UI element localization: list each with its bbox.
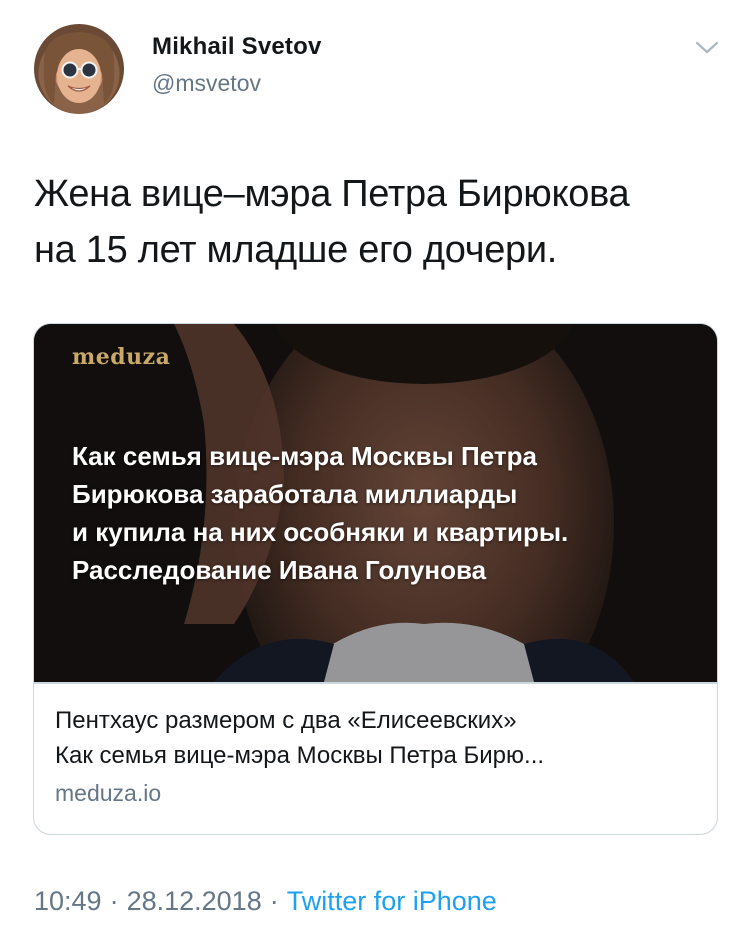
tweet-date[interactable]: 28.12.2018 <box>127 886 262 916</box>
tweet-source-link[interactable]: Twitter for iPhone <box>287 886 497 916</box>
card-divider <box>34 682 717 684</box>
chevron-down-icon[interactable] <box>692 36 722 60</box>
separator: · <box>109 886 119 916</box>
card-description[interactable]: Как семья вице-мэра Москвы Петра Бирю... <box>55 739 700 773</box>
card-domain[interactable]: meduza.io <box>55 780 161 807</box>
link-card[interactable]: meduza Как семья вице-мэра Москвы Петра … <box>33 323 718 835</box>
card-image[interactable]: meduza Как семья вице-мэра Москвы Петра … <box>34 324 717 682</box>
meduza-logo: meduza <box>72 344 171 370</box>
headline-line: Бирюкова заработала миллиарды <box>72 479 518 509</box>
separator: · <box>269 886 279 916</box>
author-handle[interactable]: @msvetov <box>152 70 261 97</box>
tweet-time[interactable]: 10:49 <box>34 886 102 916</box>
tweet-text-line: на 15 лет младше его дочери. <box>34 229 558 271</box>
headline-line: и купила на них особняки и квартиры. <box>72 517 569 547</box>
tweet-text-line: Жена вице–мэра Петра Бирюкова <box>34 173 630 215</box>
tweet-text: Жена вице–мэра Петра Бирюкова на 15 лет … <box>34 166 714 278</box>
headline-line: Расследование Ивана Голунова <box>72 555 487 585</box>
card-image-headline: Как семья вице-мэра Москвы Петра Бирюков… <box>72 437 692 589</box>
card-title[interactable]: Пентхаус размером с два «Елисеевских» <box>55 704 700 738</box>
headline-line: Как семья вице-мэра Москвы Петра <box>72 441 537 471</box>
tweet: Mikhail Svetov @msvetov Жена вице–мэра П… <box>0 0 750 949</box>
avatar[interactable] <box>34 24 124 114</box>
tweet-footer: 10:49 · 28.12.2018 · Twitter for iPhone <box>34 886 497 917</box>
author-name[interactable]: Mikhail Svetov <box>152 33 322 61</box>
